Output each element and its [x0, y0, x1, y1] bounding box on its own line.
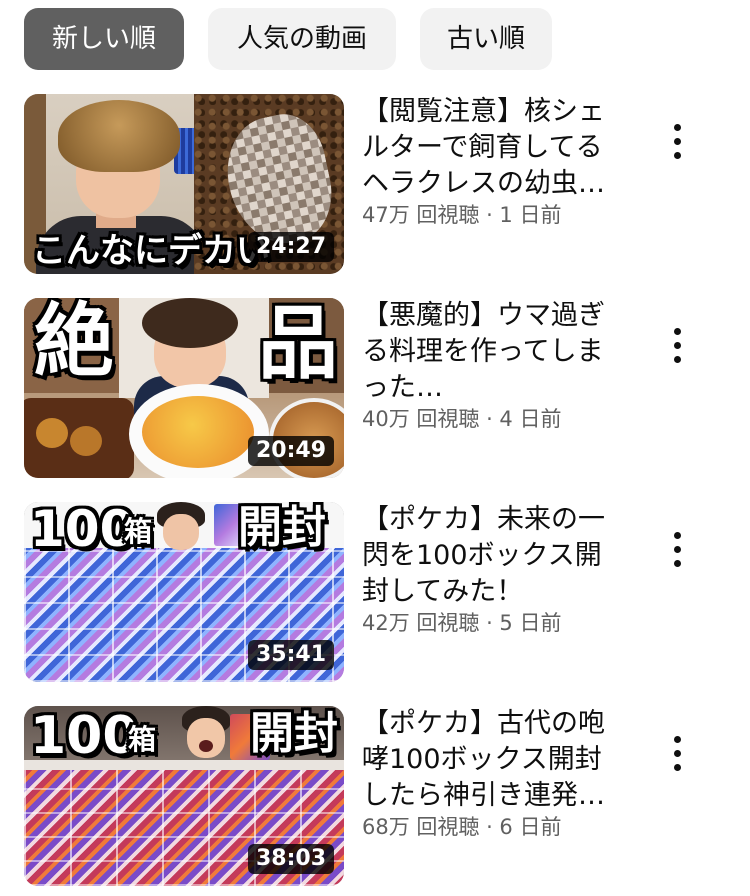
video-title[interactable]: 【ポケカ】未来の一閃を100ボックス開封してみた！: [362, 502, 614, 610]
thumbnail-person-hair: [142, 298, 238, 348]
video-item[interactable]: 100 箱 開封 35:41 【ポケカ】未来の一閃を100ボックス開封してみた！…: [0, 502, 750, 682]
video-thumbnail[interactable]: 100 箱 開封 35:41: [24, 502, 344, 682]
thumbnail-omelette: [142, 396, 254, 468]
video-menu-button[interactable]: [660, 118, 696, 166]
thumbnail-overlay-text: 箱: [124, 515, 153, 548]
video-meta: 42万 回視聴 · 5 日前: [362, 611, 562, 635]
video-meta: 68万 回視聴 · 6 日前: [362, 815, 562, 839]
video-details: 【閲覧注意】核シェルターで飼育してるヘラクレスの幼虫… 47万 回視聴 · 1 …: [362, 94, 624, 228]
video-title[interactable]: 【悪魔的】ウマ過ぎる料理を作ってしまった…: [362, 298, 614, 406]
more-vert-icon: [660, 322, 696, 370]
more-vert-icon: [660, 730, 696, 778]
filter-chip-oldest[interactable]: 古い順: [420, 8, 552, 70]
thumbnail-egg: [70, 426, 102, 456]
filter-chip-popular[interactable]: 人気の動画: [208, 8, 396, 70]
video-title[interactable]: 【ポケカ】古代の咆哮100ボックス開封したら神引き連発…: [362, 706, 614, 814]
video-details: 【悪魔的】ウマ過ぎる料理を作ってしまった… 40万 回視聴 · 4 日前: [362, 298, 624, 432]
thumbnail-person-mouth: [199, 740, 213, 752]
thumbnail-overlay-text: 開封: [238, 502, 326, 553]
duration-badge: 38:03: [247, 844, 334, 874]
thumbnail-person-face: [163, 514, 199, 550]
thumbnail-overlay-text: 品: [258, 298, 338, 390]
thumbnail-overlay-text: 100: [30, 706, 139, 766]
video-list-page: 新しい順 人気の動画 古い順 こんなにデカい 24:27 【閲覧注意】核シェルタ…: [0, 0, 750, 896]
duration-badge: 35:41: [247, 640, 334, 670]
video-meta: 40万 回視聴 · 4 日前: [362, 407, 562, 431]
thumbnail-overlay-text: 100: [30, 502, 135, 558]
filter-chip-newest[interactable]: 新しい順: [24, 8, 184, 70]
video-title[interactable]: 【閲覧注意】核シェルターで飼育してるヘラクレスの幼虫…: [362, 94, 614, 202]
thumbnail-overlay-text: 箱: [128, 723, 157, 756]
video-thumbnail[interactable]: 100 箱 開封 38:03: [24, 706, 344, 886]
thumbnail-person-hair: [58, 100, 180, 172]
video-thumbnail[interactable]: こんなにデカい 24:27: [24, 94, 344, 274]
video-details: 【ポケカ】古代の咆哮100ボックス開封したら神引き連発… 68万 回視聴 · 6…: [362, 706, 624, 840]
video-thumbnail[interactable]: 絶 品 20:49: [24, 298, 344, 478]
video-menu-button[interactable]: [660, 730, 696, 778]
video-meta: 47万 回視聴 · 1 日前: [362, 203, 562, 227]
thumbnail-egg: [36, 418, 68, 448]
more-vert-icon: [660, 118, 696, 166]
more-vert-icon: [660, 526, 696, 574]
thumbnail-overlay-text: こんなにデカい: [32, 231, 270, 271]
video-menu-button[interactable]: [660, 526, 696, 574]
video-item[interactable]: こんなにデカい 24:27 【閲覧注意】核シェルターで飼育してるヘラクレスの幼虫…: [0, 94, 750, 274]
video-item[interactable]: 100 箱 開封 38:03 【ポケカ】古代の咆哮100ボックス開封したら神引き…: [0, 706, 750, 886]
thumbnail-overlay-text: 絶: [34, 298, 114, 388]
video-item[interactable]: 絶 品 20:49 【悪魔的】ウマ過ぎる料理を作ってしまった… 40万 回視聴 …: [0, 298, 750, 478]
thumbnail-overlay-text: 開封: [250, 708, 338, 759]
duration-badge: 20:49: [247, 436, 334, 466]
thumbnail-person-face: [187, 718, 225, 758]
duration-badge: 24:27: [247, 232, 334, 262]
video-details: 【ポケカ】未来の一閃を100ボックス開封してみた！ 42万 回視聴 · 5 日前: [362, 502, 624, 636]
video-menu-button[interactable]: [660, 322, 696, 370]
